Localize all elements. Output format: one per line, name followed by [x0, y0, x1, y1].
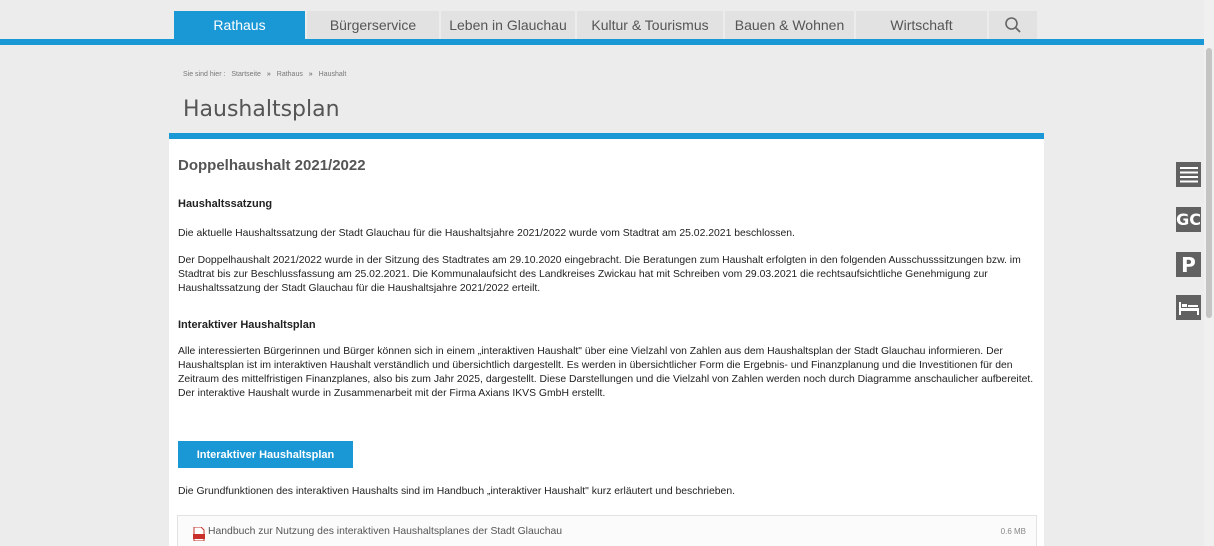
paragraph-satzung: Die aktuelle Haushaltssatzung der Stadt … [178, 228, 795, 239]
breadcrumb-separator: » [308, 71, 313, 78]
search-button[interactable] [989, 11, 1037, 39]
pdf-icon [193, 527, 205, 541]
breadcrumb-current: Haushalt [318, 71, 347, 78]
nav-item-leben-in-glauchau[interactable]: Leben in Glauchau [441, 11, 575, 39]
nav-item-buergerservice[interactable]: Bürgerservice [307, 11, 439, 39]
top-navigation: Rathaus Bürgerservice Leben in Glauchau … [0, 0, 1204, 46]
breadcrumb-link-startseite[interactable]: Startseite [231, 71, 261, 78]
page-title: Haushaltsplan [183, 97, 340, 122]
paragraph-interaktiv: Alle interessierten Bürgerinnen und Bürg… [178, 346, 1034, 399]
content-panel: Doppelhaushalt 2021/2022 Haushaltssatzun… [169, 139, 1044, 546]
page-scrollbar[interactable] [1204, 0, 1214, 546]
heading-interaktiver-haushaltsplan: Interaktiver Haushaltsplan [178, 319, 316, 331]
breadcrumb-link-rathaus[interactable]: Rathaus [277, 71, 303, 78]
heading-haushaltssatzung: Haushaltssatzung [178, 198, 273, 210]
nav-accent-bar [0, 39, 1204, 45]
download-link[interactable]: Handbuch zur Nutzung des interaktiven Ha… [208, 526, 562, 537]
menu-lines-icon [1179, 166, 1198, 182]
gc-icon: GC [1176, 210, 1201, 229]
hotel-button[interactable] [1176, 295, 1201, 320]
file-size: 0.6 MB [1000, 527, 1026, 536]
breadcrumb-prefix: Sie sind hier : [183, 71, 226, 78]
main-nav: Rathaus Bürgerservice Leben in Glauchau … [174, 11, 1037, 39]
search-icon [1005, 17, 1021, 33]
interactive-budget-button[interactable]: Interaktiver Haushaltsplan [178, 441, 353, 468]
section-title: Doppelhaushalt 2021/2022 [178, 157, 366, 174]
nav-item-rathaus[interactable]: Rathaus [174, 11, 305, 39]
nav-item-wirtschaft[interactable]: Wirtschaft [856, 11, 987, 39]
paragraph-grundfunktionen: Die Grundfunktionen des interaktiven Hau… [178, 486, 735, 497]
scrollbar-thumb[interactable] [1206, 48, 1212, 318]
paragraph-doppelhaushalt: Der Doppelhaushalt 2021/2022 wurde in de… [178, 255, 1021, 294]
bed-icon [1178, 301, 1199, 315]
download-item[interactable]: Handbuch zur Nutzung des interaktiven Ha… [177, 515, 1037, 546]
breadcrumb: Sie sind hier : Startseite » Rathaus » H… [183, 71, 350, 78]
nav-item-kultur-tourismus[interactable]: Kultur & Tourismus [577, 11, 723, 39]
breadcrumb-separator: » [266, 71, 271, 78]
gc-button[interactable]: GC [1176, 207, 1201, 232]
menu-lines-button[interactable] [1176, 162, 1201, 187]
nav-item-bauen-wohnen[interactable]: Bauen & Wohnen [725, 11, 854, 39]
parking-icon: P [1181, 252, 1196, 277]
parking-button[interactable]: P [1176, 252, 1201, 277]
